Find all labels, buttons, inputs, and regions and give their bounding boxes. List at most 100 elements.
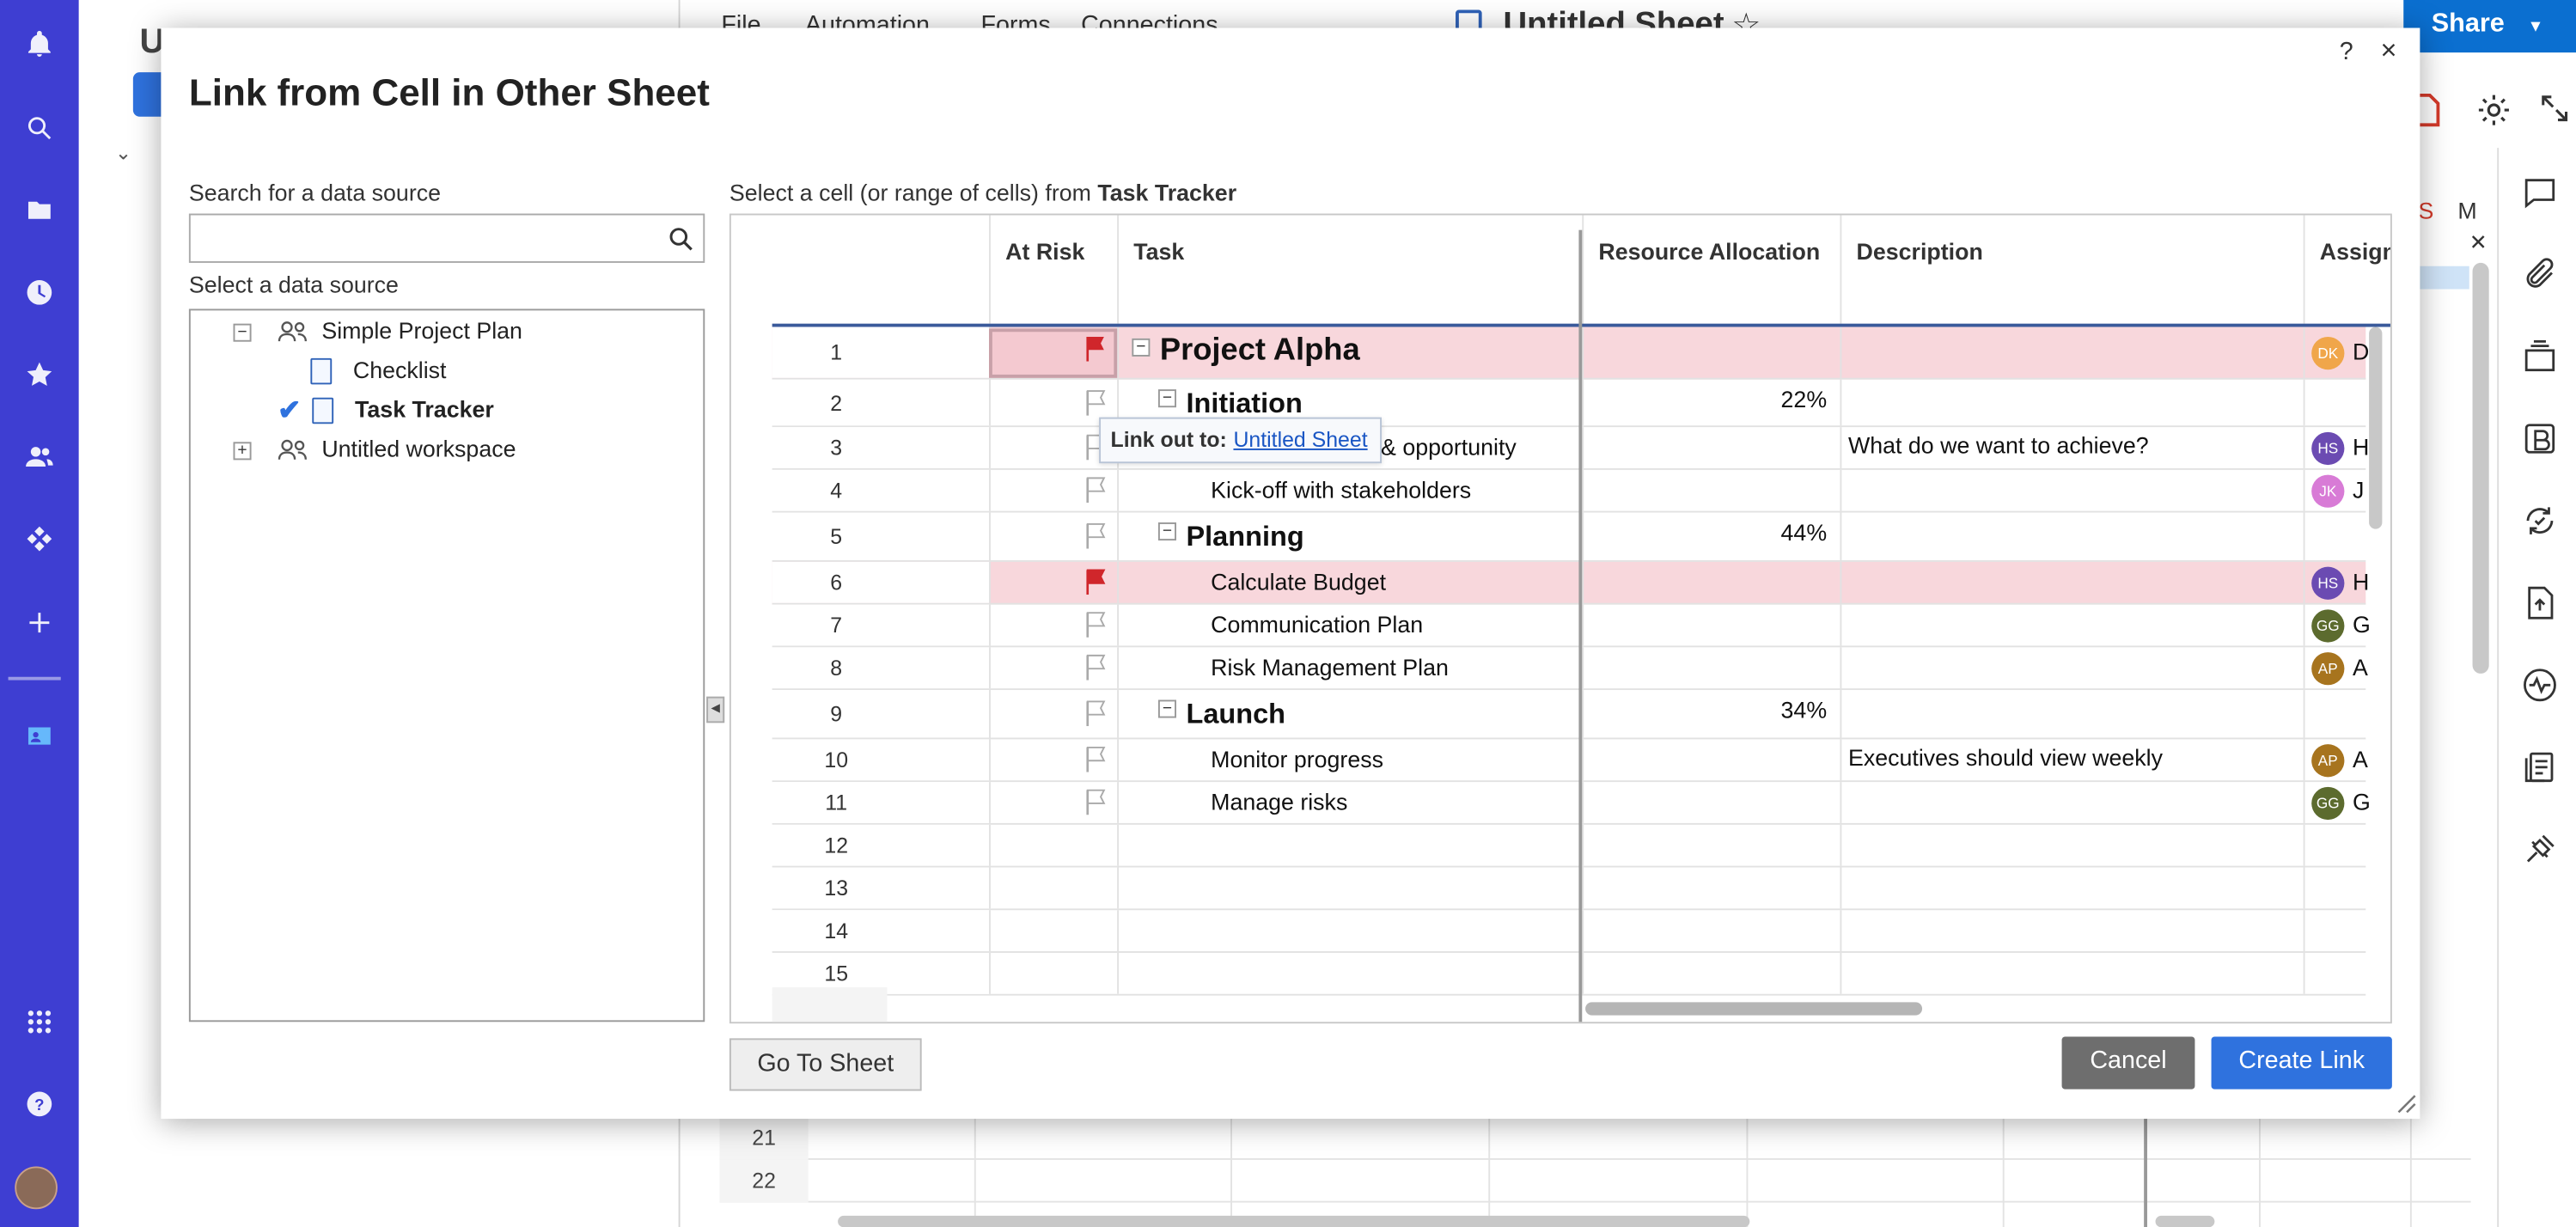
cancel-button[interactable]: Cancel xyxy=(2061,1036,2195,1090)
attachments-paperclip-icon[interactable] xyxy=(2522,256,2558,292)
flag-outline-icon[interactable] xyxy=(1084,476,1108,504)
share-button[interactable]: Share ▼ xyxy=(2403,0,2576,53)
row-number[interactable]: 11 xyxy=(772,782,990,823)
expand-icon[interactable] xyxy=(2538,92,2571,125)
task-name[interactable]: Launch xyxy=(1186,699,1285,731)
tree-item-simple-project-plan[interactable]: − Simple Project Plan xyxy=(233,312,522,348)
resource-allocation-value[interactable]: 44% xyxy=(1585,519,1828,546)
table-row[interactable]: 8 Risk Management Plan AP A xyxy=(772,647,2368,691)
table-row[interactable]: 10 Monitor progress Executives should view… xyxy=(772,739,2368,783)
at-risk-flag-icon[interactable] xyxy=(1084,335,1108,362)
collapse-toggle-icon[interactable]: − xyxy=(1157,522,1176,541)
browse-folder-icon[interactable] xyxy=(20,191,59,230)
table-row[interactable]: 6 Calculate Budget HS H xyxy=(772,561,2369,605)
flag-outline-icon[interactable] xyxy=(1084,789,1108,815)
row-number[interactable]: 14 xyxy=(772,910,990,952)
favorites-star-icon[interactable] xyxy=(20,355,59,394)
assignee-name[interactable]: J xyxy=(2353,476,2364,503)
table-row[interactable]: 7 Communication Plan GG G xyxy=(772,604,2371,648)
expand-toggle-icon[interactable]: + xyxy=(233,441,252,460)
flag-outline-icon[interactable] xyxy=(1084,700,1108,727)
row-number[interactable]: 4 xyxy=(772,469,990,511)
sheet-preview-grid[interactable]: At Risk Task Resource Allocation Descrip… xyxy=(729,213,2392,1024)
recents-clock-icon[interactable] xyxy=(20,272,59,312)
assignee-name[interactable]: A xyxy=(2353,746,2368,772)
horizontal-scrollbar[interactable] xyxy=(1585,1002,1923,1016)
vertical-scrollbar[interactable] xyxy=(2369,327,2383,529)
solutions-icon[interactable] xyxy=(20,519,59,559)
flag-outline-icon[interactable] xyxy=(1084,388,1108,415)
link-out-link[interactable]: Untitled Sheet xyxy=(1233,427,1367,452)
workapps-icon[interactable] xyxy=(20,717,59,756)
at-risk-flag-icon[interactable] xyxy=(1084,569,1108,595)
table-row[interactable]: 2 − Initiation 22% xyxy=(772,379,2366,428)
task-name[interactable]: Calculate Budget xyxy=(1211,569,1386,595)
task-name[interactable]: Initiation xyxy=(1186,387,1302,419)
connections-plug-icon[interactable] xyxy=(2522,831,2558,867)
row-number[interactable]: 1 xyxy=(772,327,990,378)
help-icon[interactable]: ? xyxy=(20,1084,59,1124)
row-number[interactable]: 6 xyxy=(772,561,990,603)
assignee-name[interactable]: H xyxy=(2353,434,2369,461)
chevron-down-icon[interactable]: ⌄ xyxy=(115,141,131,164)
table-row[interactable]: 15 xyxy=(772,952,2366,996)
assignee-name[interactable]: A xyxy=(2353,654,2368,681)
resource-allocation-value[interactable]: 22% xyxy=(1585,385,1828,412)
collapse-toggle-icon[interactable]: − xyxy=(1132,338,1151,357)
row-number[interactable]: 13 xyxy=(772,867,990,909)
task-name[interactable]: Risk Management Plan xyxy=(1211,654,1449,681)
description-value[interactable]: Executives should view weekly xyxy=(1848,744,2163,771)
horizontal-scrollbar[interactable] xyxy=(2155,1215,2215,1227)
task-name[interactable]: Manage risks xyxy=(1211,789,1347,815)
resize-handle-icon[interactable] xyxy=(2394,1091,2417,1114)
frozen-column-divider[interactable] xyxy=(1578,229,1583,1022)
assignee-name[interactable]: G xyxy=(2353,611,2371,638)
row-number[interactable]: 7 xyxy=(772,604,990,646)
row-number[interactable]: 10 xyxy=(772,739,990,781)
table-row[interactable]: 5 − Planning 44% xyxy=(772,512,2366,562)
flag-outline-icon[interactable] xyxy=(1084,611,1108,638)
tree-item-untitled-workspace[interactable]: + Untitled workspace xyxy=(233,430,516,467)
assignee-name[interactable]: D xyxy=(2353,339,2369,365)
table-row[interactable]: 9 − Launch 34% xyxy=(772,690,2366,740)
table-row[interactable]: 4 Kick-off with stakeholders JK J xyxy=(772,469,2366,513)
task-name[interactable]: Planning xyxy=(1186,521,1303,553)
assignee-name[interactable]: G xyxy=(2353,789,2371,815)
tree-item-checklist[interactable]: Checklist xyxy=(310,351,446,388)
column-header-assigned[interactable]: Assign xyxy=(2303,215,2390,324)
task-name[interactable]: Project Alpha xyxy=(1160,333,1360,369)
row-number[interactable]: 8 xyxy=(772,647,990,689)
column-header-task[interactable]: Task xyxy=(1117,215,1582,324)
user-avatar[interactable] xyxy=(15,1166,58,1210)
brandfolder-icon[interactable] xyxy=(2522,420,2558,456)
resource-allocation-value[interactable]: 34% xyxy=(1585,697,1828,723)
proofing-icon[interactable] xyxy=(2522,339,2558,375)
collapse-toggle-icon[interactable]: − xyxy=(233,323,252,342)
column-header-at-risk[interactable]: At Risk xyxy=(989,215,1117,324)
task-name[interactable]: Kick-off with stakeholders xyxy=(1211,476,1471,503)
table-row[interactable]: 12 xyxy=(772,824,2366,868)
close-icon[interactable]: ✕ xyxy=(2469,230,2487,257)
row-number[interactable]: 9 xyxy=(772,690,990,738)
go-to-sheet-button[interactable]: Go To Sheet xyxy=(729,1038,922,1091)
description-value[interactable]: What do we want to achieve? xyxy=(1848,432,2149,459)
notifications-icon[interactable] xyxy=(20,25,59,64)
row-number[interactable]: 2 xyxy=(772,379,990,426)
task-name[interactable]: Communication Plan xyxy=(1211,611,1423,638)
column-header-description[interactable]: Description xyxy=(1840,215,2303,324)
collapse-toggle-icon[interactable]: − xyxy=(1157,699,1176,718)
table-row[interactable]: 11 Manage risks GG G xyxy=(772,782,2371,825)
vertical-scrollbar[interactable] xyxy=(2472,262,2489,674)
flag-outline-icon[interactable] xyxy=(1084,746,1108,772)
table-row[interactable]: 3Identify problem & opportunityWhat do w… xyxy=(772,427,2369,470)
create-link-button[interactable]: Create Link xyxy=(2211,1036,2392,1090)
search-icon[interactable] xyxy=(667,225,695,253)
flag-outline-icon[interactable] xyxy=(1084,654,1108,681)
row-number[interactable]: 12 xyxy=(772,824,990,866)
horizontal-scrollbar[interactable] xyxy=(838,1215,1750,1227)
column-header-resource-allocation[interactable]: Resource Allocation xyxy=(1582,215,1840,324)
collapse-panel-icon[interactable]: ◀ xyxy=(706,696,725,723)
collapse-toggle-icon[interactable]: − xyxy=(1157,388,1176,407)
contacts-icon[interactable] xyxy=(20,437,59,477)
assignee-name[interactable]: H xyxy=(2353,569,2369,595)
